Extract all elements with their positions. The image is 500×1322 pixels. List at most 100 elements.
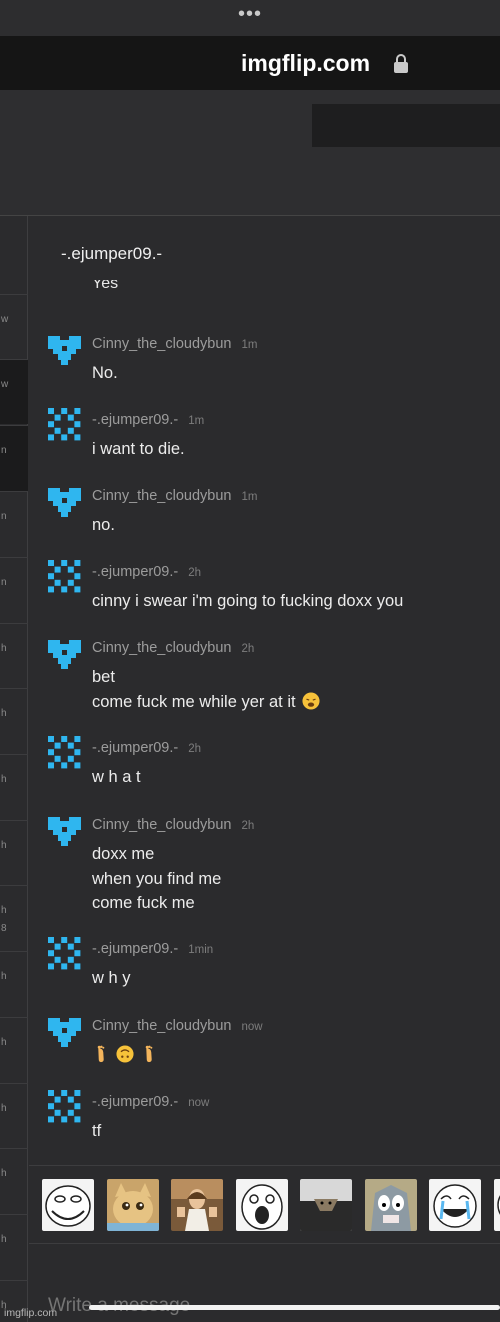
username-text: Cinny_the_cloudybun bbox=[92, 488, 232, 504]
checker-avatar-icon[interactable] bbox=[48, 736, 81, 769]
message-username[interactable]: -.ejumper09.- 1min bbox=[92, 941, 213, 957]
checker-avatar-icon[interactable] bbox=[48, 937, 81, 970]
conversation-item[interactable]: h bbox=[0, 623, 28, 688]
rage-face-sticker[interactable] bbox=[236, 1179, 288, 1231]
conversation-item[interactable]: n bbox=[0, 491, 28, 557]
crying-cat-sticker[interactable] bbox=[107, 1179, 159, 1231]
conversation-item-label: h bbox=[1, 1168, 7, 1179]
site-header bbox=[0, 90, 500, 216]
username-text: Cinny_the_cloudybun bbox=[92, 336, 232, 352]
username-text: -.ejumper09.- bbox=[92, 564, 179, 580]
conversation-item-label: w bbox=[1, 379, 9, 390]
lock-icon bbox=[394, 54, 408, 73]
chat-panel: -.ejumper09.- Yes Cinny_the_cloudybun 1m N… bbox=[29, 216, 500, 1322]
header-block[interactable] bbox=[312, 104, 500, 147]
watermark: imgflip.com bbox=[4, 1307, 58, 1319]
conversation-item-label: h bbox=[1, 643, 7, 654]
conversation-item[interactable]: n bbox=[0, 425, 28, 491]
conversation-item-label: h bbox=[1, 1234, 7, 1245]
username-text: -.ejumper09.- bbox=[92, 740, 179, 756]
heart-avatar-icon[interactable] bbox=[48, 1014, 81, 1047]
message-time: 2h bbox=[188, 743, 202, 755]
message-time: 1m bbox=[241, 339, 258, 351]
message-time: now bbox=[241, 1021, 263, 1033]
message-text: cinny i swear i'm going to fucking doxx … bbox=[92, 592, 404, 610]
conversation-item[interactable]: h bbox=[0, 1148, 28, 1214]
message-text: doxx me when you find me come fuck me bbox=[92, 845, 222, 912]
username-text: -.ejumper09.- bbox=[92, 941, 179, 957]
message-text: no. bbox=[92, 516, 115, 534]
url-text: imgflip.com bbox=[241, 50, 371, 76]
home-indicator bbox=[89, 1305, 500, 1310]
shocked-tom-sticker[interactable] bbox=[365, 1179, 417, 1231]
message-username[interactable]: -.ejumper09.- 2h bbox=[92, 740, 201, 756]
conversation-item[interactable]: h bbox=[0, 1083, 28, 1148]
conversation-item[interactable]: h bbox=[0, 688, 28, 754]
ceiling-cat-sticker[interactable] bbox=[300, 1179, 352, 1231]
message-username[interactable]: -.ejumper09.- 1m bbox=[92, 412, 204, 428]
message-username[interactable]: Cinny_the_cloudybun 2h bbox=[92, 640, 254, 656]
heart-avatar-icon[interactable] bbox=[48, 813, 81, 846]
message-text: w h y bbox=[92, 969, 131, 987]
conversation-item[interactable]: h bbox=[0, 820, 28, 885]
conversation-item-label: w bbox=[1, 314, 9, 325]
troll-face-sticker[interactable] bbox=[42, 1179, 94, 1231]
happy-cry-face-sticker[interactable] bbox=[429, 1179, 481, 1231]
conversation-item[interactable]: h bbox=[0, 951, 28, 1017]
message-time: 2h bbox=[241, 643, 255, 655]
heart-avatar-icon[interactable] bbox=[48, 636, 81, 669]
url-bar[interactable]: imgflip.com bbox=[0, 36, 500, 90]
conversation-item[interactable]: h bbox=[0, 1017, 28, 1083]
username-text: -.ejumper09.- bbox=[92, 412, 179, 428]
conversation-item[interactable]: w bbox=[0, 294, 28, 359]
username-text: Cinny_the_cloudybun bbox=[92, 640, 232, 656]
upside-down-face-emoji bbox=[116, 1045, 134, 1064]
message-username[interactable]: -.ejumper09.- now bbox=[92, 1094, 209, 1110]
heart-avatar-icon[interactable] bbox=[48, 332, 81, 365]
message-username[interactable]: Cinny_the_cloudybun 2h bbox=[92, 817, 254, 833]
conversation-item-label: h bbox=[1, 840, 7, 851]
message-text: bet come fuck me while yer at it bbox=[92, 665, 320, 714]
message-username[interactable]: Cinny_the_cloudybun 1m bbox=[92, 488, 257, 504]
message-text bbox=[92, 1043, 164, 1068]
conversation-item-label: n bbox=[1, 511, 7, 522]
chat-title: -.ejumper09.- bbox=[61, 244, 163, 263]
conversation-item-label: h 8 bbox=[1, 905, 7, 934]
conversation-item[interactable]: w bbox=[0, 359, 28, 424]
message-time: now bbox=[188, 1097, 210, 1109]
conversation-item[interactable]: h bbox=[0, 1214, 28, 1280]
heart-avatar-icon[interactable] bbox=[48, 484, 81, 517]
message-username[interactable]: -.ejumper09.- 2h bbox=[92, 564, 201, 580]
message-username[interactable]: Cinny_the_cloudybun 1m bbox=[92, 336, 257, 352]
sticker-bar bbox=[29, 1165, 500, 1244]
username-text: Cinny_the_cloudybun bbox=[92, 817, 232, 833]
composer bbox=[29, 1245, 500, 1322]
message-time: 1min bbox=[188, 944, 214, 956]
conversation-item-label: h bbox=[1, 774, 7, 785]
checker-avatar-icon[interactable] bbox=[48, 560, 81, 593]
browser-menu-dots[interactable]: ••• bbox=[0, 4, 500, 24]
conversation-item[interactable]: h 8 bbox=[0, 885, 28, 951]
conversation-item-label: n bbox=[1, 577, 7, 588]
weary-face-emoji bbox=[302, 691, 320, 711]
partial-sticker[interactable] bbox=[494, 1179, 500, 1231]
conversation-item[interactable]: h bbox=[0, 754, 28, 820]
conversation-item-label: h bbox=[1, 1103, 7, 1114]
checker-avatar-icon[interactable] bbox=[48, 408, 81, 441]
browser-top-strip: ••• bbox=[0, 0, 500, 36]
message-time: 2h bbox=[188, 567, 202, 579]
username-text: Cinny_the_cloudybun bbox=[92, 1018, 232, 1034]
message-time: 1m bbox=[241, 491, 258, 503]
message-text: tf bbox=[92, 1122, 102, 1140]
conversation-item-label: h bbox=[1, 708, 7, 719]
checker-avatar-icon[interactable] bbox=[48, 1090, 81, 1123]
buddy-christ-sticker[interactable] bbox=[171, 1179, 223, 1231]
conversation-item[interactable]: n bbox=[0, 557, 28, 623]
conversation-list: wwnnnhhhhh 8hhhhhh bbox=[0, 216, 28, 1322]
foot-emoji bbox=[92, 1045, 110, 1064]
message-text: w h a t bbox=[92, 768, 141, 786]
message-text: i want to die. bbox=[92, 440, 185, 458]
message-username[interactable]: Cinny_the_cloudybun now bbox=[92, 1018, 263, 1034]
partial-message: Yes bbox=[92, 280, 119, 292]
conversation-item-label: n bbox=[1, 445, 7, 456]
